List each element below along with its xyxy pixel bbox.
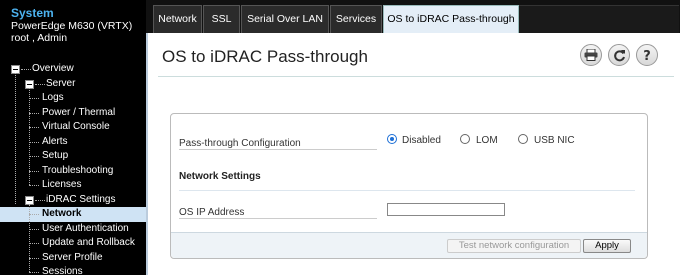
tab-network[interactable]: Network <box>153 5 202 33</box>
nav-item-label: Server <box>46 77 76 89</box>
nav-item-network[interactable]: Network <box>0 207 146 222</box>
nav-item-overview[interactable]: Overview <box>0 62 146 77</box>
radio-usb-nic-label[interactable]: USB NIC <box>534 135 575 146</box>
system-header: System PowerEdge M630 (VRTX) root , Admi… <box>0 0 146 54</box>
tree-connector <box>15 73 16 204</box>
panel-footer: Test network configuration Apply <box>171 232 647 258</box>
nav-item-label: iDRAC Settings <box>46 193 116 205</box>
system-title[interactable]: System <box>11 7 146 20</box>
system-model: PowerEdge M630 (VRTX) <box>11 20 133 32</box>
nav-item-user-authentication[interactable]: User Authentication <box>0 222 146 237</box>
nav-item-virtual-console[interactable]: Virtual Console <box>0 120 146 135</box>
tree-connector <box>29 156 39 157</box>
tab-serial-over-lan[interactable]: Serial Over LAN <box>241 5 329 33</box>
tab-strip-filler <box>519 5 679 33</box>
nav-item-label: Overview <box>32 63 74 74</box>
refresh-button[interactable] <box>608 44 630 66</box>
os-ip-address-label: OS IP Address <box>179 207 245 218</box>
radio-lom-label[interactable]: LOM <box>476 135 498 146</box>
radio-lom[interactable] <box>460 134 470 144</box>
passthrough-panel: Pass-through Configuration Disabled LOM … <box>170 113 648 259</box>
nav-item-label: Troubleshooting <box>42 164 114 176</box>
tree-connector <box>29 127 39 128</box>
tree-connector <box>35 83 45 85</box>
nav-item-server-profile[interactable]: Server Profile <box>0 251 146 266</box>
tree-connector <box>29 243 39 244</box>
tree-connector <box>29 203 30 272</box>
field-underline <box>179 218 377 219</box>
main-content: OS to iDRAC Pass-through ? Pass-through … <box>146 33 680 275</box>
title-divider <box>158 76 674 77</box>
nav-item-logs[interactable]: Logs <box>0 91 146 106</box>
current-user: root , Admin <box>11 32 68 44</box>
nav-item-label: Setup <box>42 150 69 161</box>
nav-item-update-and-rollback[interactable]: Update and Rollback <box>0 236 146 251</box>
tree-connector <box>35 199 45 201</box>
network-settings-heading: Network Settings <box>179 171 261 182</box>
nav-item-label: Network <box>42 208 82 219</box>
print-icon <box>584 49 598 61</box>
tree-connector <box>29 170 39 172</box>
refresh-icon <box>613 49 626 62</box>
tab-ssl[interactable]: SSL <box>203 5 240 33</box>
tree-connector <box>29 214 39 215</box>
nav-item-idrac-settings[interactable]: iDRAC Settings <box>0 193 146 208</box>
tab-os-to-idrac-passthrough[interactable]: OS to iDRAC Pass-through <box>383 5 519 33</box>
tree-connector <box>29 87 30 185</box>
tree-connector <box>29 98 39 99</box>
nav-item-label: Alerts <box>42 135 68 147</box>
tree-connector <box>29 141 39 143</box>
nav-item-server[interactable]: Server <box>0 77 146 92</box>
radio-disabled[interactable] <box>387 134 397 144</box>
nav-item-label: Virtual Console <box>42 121 110 132</box>
nav-item-licenses[interactable]: Licenses <box>0 178 146 193</box>
test-network-configuration-button[interactable]: Test network configuration <box>447 239 581 253</box>
field-underline <box>179 149 377 150</box>
radio-usb-nic[interactable] <box>518 134 528 144</box>
help-button[interactable]: ? <box>636 44 658 66</box>
nav-item-setup[interactable]: Setup <box>0 149 146 164</box>
nav-item-label: User Authentication <box>42 222 129 234</box>
help-icon: ? <box>641 48 653 62</box>
os-ip-address-input[interactable] <box>387 203 505 216</box>
nav-item-label: Server Profile <box>42 251 103 263</box>
svg-text:?: ? <box>643 49 651 62</box>
tree-connector <box>21 69 31 70</box>
nav-item-label: Sessions <box>42 266 83 275</box>
tree-connector <box>29 228 39 230</box>
nav-item-label: Update and Rollback <box>42 237 135 248</box>
tree-connector <box>29 272 39 273</box>
nav-tree: Overview Server Logs Power / Thermal Virtual… <box>0 62 146 275</box>
radio-disabled-label[interactable]: Disabled <box>402 135 441 146</box>
passthrough-config-label: Pass-through Configuration <box>179 138 301 149</box>
nav-item-label: Power / Thermal <box>42 106 116 118</box>
nav-item-label: Licenses <box>42 179 82 190</box>
nav-item-power-thermal[interactable]: Power / Thermal <box>0 106 146 121</box>
tree-connector <box>29 112 39 114</box>
left-nav: System PowerEdge M630 (VRTX) root , Admi… <box>0 0 146 275</box>
nav-item-alerts[interactable]: Alerts <box>0 135 146 150</box>
apply-button[interactable]: Apply <box>583 239 631 253</box>
section-divider <box>179 190 635 191</box>
tab-bar: Network SSL Serial Over LAN Services OS … <box>146 0 680 33</box>
nav-item-troubleshooting[interactable]: Troubleshooting <box>0 164 146 179</box>
nav-item-sessions[interactable]: Sessions <box>0 265 146 275</box>
nav-item-label: Logs <box>42 92 64 103</box>
print-button[interactable] <box>580 44 602 66</box>
page-title: OS to iDRAC Pass-through <box>162 47 368 66</box>
tab-services[interactable]: Services <box>330 5 382 33</box>
tree-connector <box>29 185 39 186</box>
tree-connector <box>29 257 39 259</box>
